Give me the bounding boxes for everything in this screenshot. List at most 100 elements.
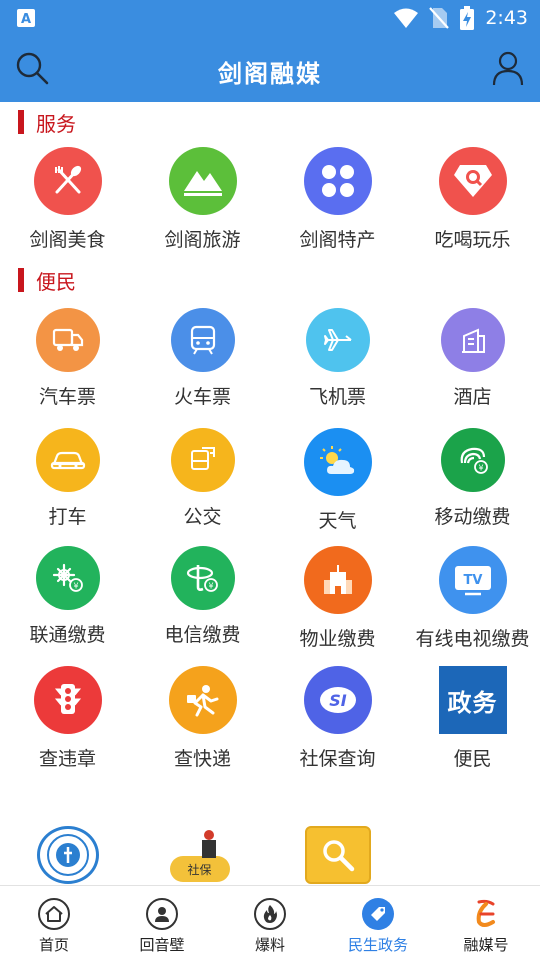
convenience-item-label: 物业缴费 — [299, 628, 376, 650]
convenience-item-label: 便民 — [453, 748, 492, 770]
svg-text:SI: SI — [329, 691, 347, 710]
convenience-item-hotel[interactable]: 酒店 — [405, 308, 540, 418]
convenience-item-courier[interactable]: 查快递 — [135, 666, 270, 776]
convenience-item-taxi[interactable]: 打车 — [0, 428, 135, 538]
extra-item-social-insurance[interactable]: 社保 — [135, 826, 270, 884]
convenience-item-government[interactable]: 政务 便民 — [405, 666, 540, 776]
social-insurance-text: 社保 — [169, 856, 230, 882]
system-icons: 2:43 — [393, 4, 528, 32]
train-icon — [170, 308, 235, 372]
social-insurance-icon: 社保 — [168, 826, 238, 884]
bottom-tab-bar: 首页 回音壁 爆料 民生政务 融媒号 — [0, 885, 540, 960]
convenience-item-weather[interactable]: 天气 — [270, 428, 405, 538]
car-icon — [35, 428, 100, 492]
tab-home[interactable]: 首页 — [0, 886, 108, 960]
mountain-icon — [168, 147, 237, 215]
service-item-label: 吃喝玩乐 — [434, 229, 511, 251]
convenience-item-bus-ticket[interactable]: 汽车票 — [0, 308, 135, 418]
extra-item-search[interactable] — [270, 826, 405, 884]
home-icon — [38, 898, 70, 930]
convenience-item-traffic-violation[interactable]: 查违章 — [0, 666, 135, 776]
svg-text:¥: ¥ — [478, 464, 483, 473]
tab-livelihood[interactable]: 民生政务 — [324, 886, 432, 960]
svg-text:TV: TV — [463, 573, 482, 588]
convenience-item-cable-tv-payment[interactable]: TV 有线电视缴费 — [405, 546, 540, 656]
service-item-food[interactable]: 剑阁美食 — [0, 147, 135, 257]
convenience-item-label: 天气 — [318, 510, 357, 532]
convenience-item-mobile-payment[interactable]: ¥ 移动缴费 — [405, 428, 540, 538]
service-item-entertainment[interactable]: 吃喝玩乐 — [405, 147, 540, 257]
extra-item-school[interactable] — [0, 826, 135, 884]
food-icon — [33, 147, 102, 215]
convenience-item-label: 查快递 — [173, 748, 231, 770]
building-icon — [440, 308, 505, 372]
svg-text:A: A — [21, 12, 31, 27]
app-store-icon: A — [17, 9, 35, 27]
tag-icon — [362, 898, 394, 930]
tab-label: 首页 — [38, 936, 69, 954]
no-sim-icon — [429, 7, 450, 29]
traffic-light-icon — [33, 666, 102, 734]
tab-label: 回音壁 — [139, 936, 185, 954]
convenience-item-label: 联通缴费 — [29, 624, 106, 646]
china-mobile-icon: ¥ — [440, 428, 505, 492]
service-item-label: 剑阁美食 — [29, 229, 106, 251]
bus-icon — [170, 428, 235, 492]
airplane-icon — [305, 308, 370, 372]
convenience-item-label: 有线电视缴费 — [415, 628, 530, 650]
truck-icon — [35, 308, 100, 372]
section-label: 便民 — [36, 269, 76, 294]
tab-echo-wall[interactable]: 回音壁 — [108, 886, 216, 960]
convenience-item-label: 社保查询 — [299, 748, 376, 770]
tab-media-account[interactable]: 融媒号 — [432, 886, 540, 960]
convenience-item-label: 查违章 — [38, 748, 96, 770]
tab-label: 民生政务 — [347, 936, 408, 954]
service-item-travel[interactable]: 剑阁旅游 — [135, 147, 270, 257]
convenience-item-label: 移动缴费 — [434, 506, 511, 528]
tab-tip-off[interactable]: 爆料 — [216, 886, 324, 960]
yellow-search-icon — [304, 826, 371, 884]
convenience-item-train-ticket[interactable]: 火车票 — [135, 308, 270, 418]
section-label: 服务 — [36, 111, 76, 136]
section-title-convenience: 便民 — [18, 267, 76, 294]
section-title-service: 服务 — [18, 109, 76, 136]
convenience-item-label: 汽车票 — [38, 386, 96, 408]
convenience-item-label: 电信缴费 — [164, 624, 241, 646]
property-icon — [303, 546, 372, 614]
user-icon[interactable] — [492, 50, 524, 86]
status-bar: A 2:43 — [0, 0, 540, 36]
convenience-item-label: 公交 — [183, 506, 222, 528]
school-emblem-icon — [36, 826, 99, 884]
convenience-item-social-security[interactable]: SI 社保查询 — [270, 666, 405, 776]
grid-dots-icon — [303, 147, 372, 215]
china-unicom-icon: ¥ — [35, 546, 100, 610]
weather-icon — [303, 428, 372, 496]
convenience-item-unicom-payment[interactable]: ¥ 联通缴费 — [0, 546, 135, 656]
convenience-item-telecom-payment[interactable]: ¥ 电信缴费 — [135, 546, 270, 656]
section-marker — [18, 110, 24, 134]
section-marker — [18, 268, 24, 292]
page-title: 剑阁融媒 — [218, 60, 322, 88]
courier-icon — [168, 666, 237, 734]
media-logo-icon — [470, 898, 502, 930]
convenience-item-label: 打车 — [48, 506, 87, 528]
service-item-specialty[interactable]: 剑阁特产 — [270, 147, 405, 257]
government-affairs-text: 政务 — [447, 688, 498, 717]
convenience-item-label: 火车票 — [173, 386, 231, 408]
svg-text:¥: ¥ — [73, 582, 78, 591]
service-item-label: 剑阁特产 — [299, 229, 376, 251]
government-affairs-icon: 政务 — [438, 666, 507, 734]
fire-icon — [254, 898, 286, 930]
china-telecom-icon: ¥ — [170, 546, 235, 610]
convenience-item-property-payment[interactable]: 物业缴费 — [270, 546, 405, 656]
app-header: 剑阁融媒 — [0, 36, 540, 102]
social-security-icon: SI — [303, 666, 372, 734]
status-time: 2:43 — [485, 7, 528, 29]
convenience-item-bus[interactable]: 公交 — [135, 428, 270, 538]
convenience-item-flight-ticket[interactable]: 飞机票 — [270, 308, 405, 418]
tab-label: 爆料 — [254, 936, 285, 954]
service-item-label: 剑阁旅游 — [164, 229, 241, 251]
convenience-item-label: 飞机票 — [308, 386, 366, 408]
battery-icon — [460, 6, 475, 30]
convenience-item-label: 酒店 — [453, 386, 492, 408]
